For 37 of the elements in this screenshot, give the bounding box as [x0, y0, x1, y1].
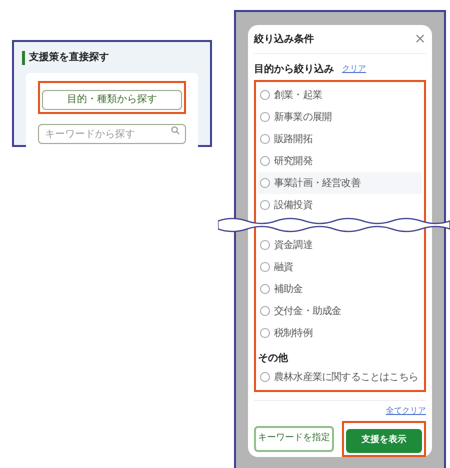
checkbox[interactable]: [260, 178, 270, 188]
section-title: 目的から絞り込み: [254, 62, 334, 77]
search-icon: [171, 126, 180, 134]
option-label: 税制特例: [274, 326, 312, 341]
checkbox[interactable]: [260, 90, 270, 100]
option-label: 研究開発: [274, 154, 312, 169]
show-button[interactable]: 支援を表示: [346, 429, 422, 453]
checkbox[interactable]: [260, 240, 270, 250]
close-button[interactable]: ×: [414, 32, 426, 46]
clear-link[interactable]: クリア: [342, 63, 366, 76]
option-label: 交付金・助成金: [274, 304, 342, 319]
panel-title: 支援策を直接探す: [29, 50, 109, 65]
search-field[interactable]: キーワードから探す: [38, 124, 186, 144]
option-label: 資金調達: [274, 238, 312, 253]
option-label: 設備投資: [274, 198, 312, 213]
checkbox[interactable]: [260, 200, 270, 210]
option-label: 融資: [274, 260, 294, 275]
purpose-button[interactable]: 目的・種類から探す: [42, 90, 182, 110]
accent-bar: [22, 50, 25, 64]
clear-all-link[interactable]: 全てクリア: [386, 405, 426, 418]
checkbox[interactable]: [260, 112, 270, 122]
checkbox[interactable]: [260, 328, 270, 338]
checkbox[interactable]: [260, 156, 270, 166]
option-label: 創業・起業: [274, 88, 322, 103]
checkbox[interactable]: [260, 372, 270, 382]
option-label: 補助金: [274, 282, 303, 297]
checkbox[interactable]: [260, 262, 270, 272]
option-label: 新事業の展開: [274, 110, 332, 125]
option-label: 事業計画・経営改善: [274, 176, 360, 191]
section-title: その他: [258, 352, 288, 366]
option-label: 販路開拓: [274, 132, 312, 147]
checkbox[interactable]: [260, 306, 270, 316]
modal-title: 絞り込み条件: [254, 32, 314, 47]
checkbox[interactable]: [260, 134, 270, 144]
checkbox[interactable]: [260, 284, 270, 294]
keyword-button[interactable]: キーワードを指定: [254, 426, 334, 452]
option-label: 農林水産業に関することはこちら: [274, 370, 418, 385]
